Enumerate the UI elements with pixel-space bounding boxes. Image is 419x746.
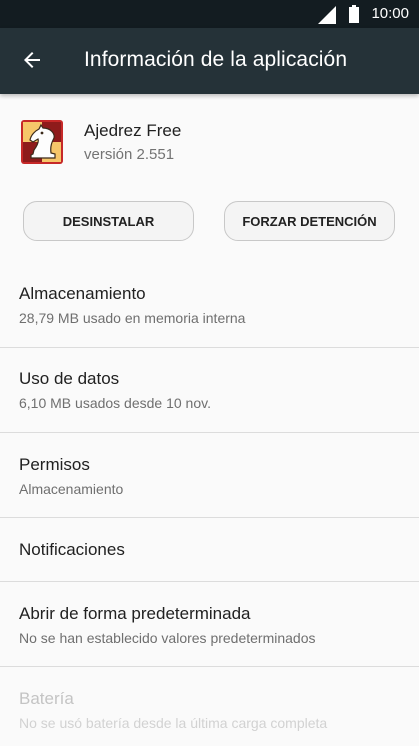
settings-item-title: Almacenamiento bbox=[19, 284, 146, 303]
settings-item-subtitle: 6,10 MB usados desde 10 nov. bbox=[19, 395, 211, 411]
settings-item-data-usage[interactable]: Uso de datos 6,10 MB usados desde 10 nov… bbox=[0, 348, 419, 432]
settings-item-title: Permisos bbox=[19, 455, 90, 474]
settings-item-notifications[interactable]: Notificaciones bbox=[0, 518, 419, 581]
settings-item-title: Abrir de forma predeterminada bbox=[19, 604, 251, 623]
status-time: 10:00 bbox=[371, 5, 409, 22]
settings-item-subtitle: Almacenamiento bbox=[19, 481, 124, 497]
settings-item-subtitle: No se usó batería desde la última carga … bbox=[19, 715, 328, 731]
app-name: Ajedrez Free bbox=[84, 121, 182, 140]
app-bar: Información de la aplicación bbox=[0, 28, 419, 94]
signal-icon bbox=[318, 6, 336, 24]
force-stop-button[interactable]: FORZAR DETENCIÓN bbox=[224, 201, 395, 241]
settings-item-title: Notificaciones bbox=[19, 540, 125, 559]
uninstall-button[interactable]: DESINSTALAR bbox=[23, 201, 194, 241]
settings-item-title: Uso de datos bbox=[19, 369, 120, 388]
settings-item-subtitle: 28,79 MB usado en memoria interna bbox=[19, 310, 246, 326]
arrow-back-icon[interactable] bbox=[20, 48, 44, 72]
settings-item-storage[interactable]: Almacenamiento 28,79 MB usado en memoria… bbox=[0, 265, 419, 347]
chess-knight-icon bbox=[21, 120, 63, 164]
settings-item-subtitle: No se han establecido valores predetermi… bbox=[19, 630, 316, 646]
app-header: Ajedrez Free versión 2.551 bbox=[0, 104, 419, 184]
app-version: versión 2.551 bbox=[84, 146, 175, 163]
page-title: Información de la aplicación bbox=[84, 48, 348, 71]
status-bar: 10:00 bbox=[0, 0, 419, 28]
settings-item-permissions[interactable]: Permisos Almacenamiento bbox=[0, 433, 419, 517]
settings-item-title: Batería bbox=[19, 689, 74, 708]
settings-item-battery: Batería No se usó batería desde la últim… bbox=[0, 667, 419, 746]
settings-item-open-by-default[interactable]: Abrir de forma predeterminada No se han … bbox=[0, 582, 419, 666]
battery-icon bbox=[349, 5, 359, 23]
